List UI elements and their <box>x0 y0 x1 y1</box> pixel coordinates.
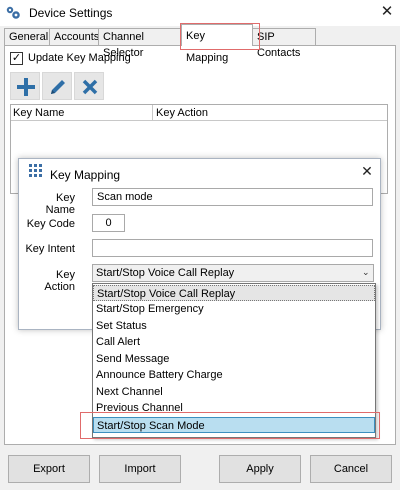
dropdown-option[interactable]: Set Status <box>93 318 375 334</box>
dropdown-option[interactable]: Call Alert <box>93 334 375 350</box>
tab-channel-selector[interactable]: Channel Selector <box>98 28 182 59</box>
column-header-key-name[interactable]: Key Name <box>13 107 64 119</box>
key-name-field[interactable]: Scan mode <box>92 188 373 206</box>
dropdown-option[interactable]: Start/Stop Voice Call Replay <box>93 285 375 301</box>
update-mapping-checkbox[interactable]: ✓ <box>10 52 23 65</box>
option-highlight-box <box>80 412 380 439</box>
export-button[interactable]: Export <box>8 455 90 483</box>
edit-button[interactable] <box>42 72 72 100</box>
dropdown-option[interactable]: Announce Battery Charge <box>93 367 375 383</box>
key-code-label: Key Code <box>26 218 75 230</box>
key-code-field[interactable]: 0 <box>92 214 125 232</box>
column-divider[interactable] <box>152 105 153 121</box>
chevron-down-icon[interactable]: ⌄ <box>362 267 370 278</box>
cancel-button[interactable]: Cancel <box>310 455 392 483</box>
key-name-label: Key Name <box>45 192 75 216</box>
update-mapping-label: Update Key Mapping <box>28 52 131 64</box>
key-intent-field[interactable] <box>92 239 373 257</box>
keypad-icon <box>28 163 44 182</box>
plus-icon <box>17 78 35 96</box>
delete-button[interactable] <box>74 72 104 100</box>
key-action-combobox[interactable]: Start/Stop Voice Call Replay <box>92 264 374 282</box>
tab-highlight-box <box>180 23 260 50</box>
import-button[interactable]: Import <box>99 455 181 483</box>
dialog-close-icon[interactable]: ✕ <box>359 163 375 179</box>
column-header-key-action[interactable]: Key Action <box>156 107 208 119</box>
tab-sip-contacts[interactable]: SIP Contacts <box>252 28 316 59</box>
add-button[interactable] <box>10 72 40 100</box>
window-title: Device Settings <box>29 6 113 20</box>
gear-cluster-icon <box>5 5 21 21</box>
key-action-label: Key Action <box>44 269 75 293</box>
key-intent-label: Key Intent <box>25 243 75 255</box>
close-icon[interactable]: ✕ <box>378 3 396 21</box>
dropdown-option[interactable]: Send Message <box>93 351 375 367</box>
tab-general[interactable]: General <box>4 28 50 45</box>
dropdown-option[interactable]: Start/Stop Emergency <box>93 301 375 317</box>
dropdown-option[interactable]: Next Channel <box>93 384 375 400</box>
tab-accounts[interactable]: Accounts <box>49 28 99 45</box>
x-icon <box>82 79 98 95</box>
apply-button[interactable]: Apply <box>219 455 301 483</box>
pencil-icon <box>51 80 65 94</box>
dialog-title: Key Mapping <box>50 168 121 182</box>
